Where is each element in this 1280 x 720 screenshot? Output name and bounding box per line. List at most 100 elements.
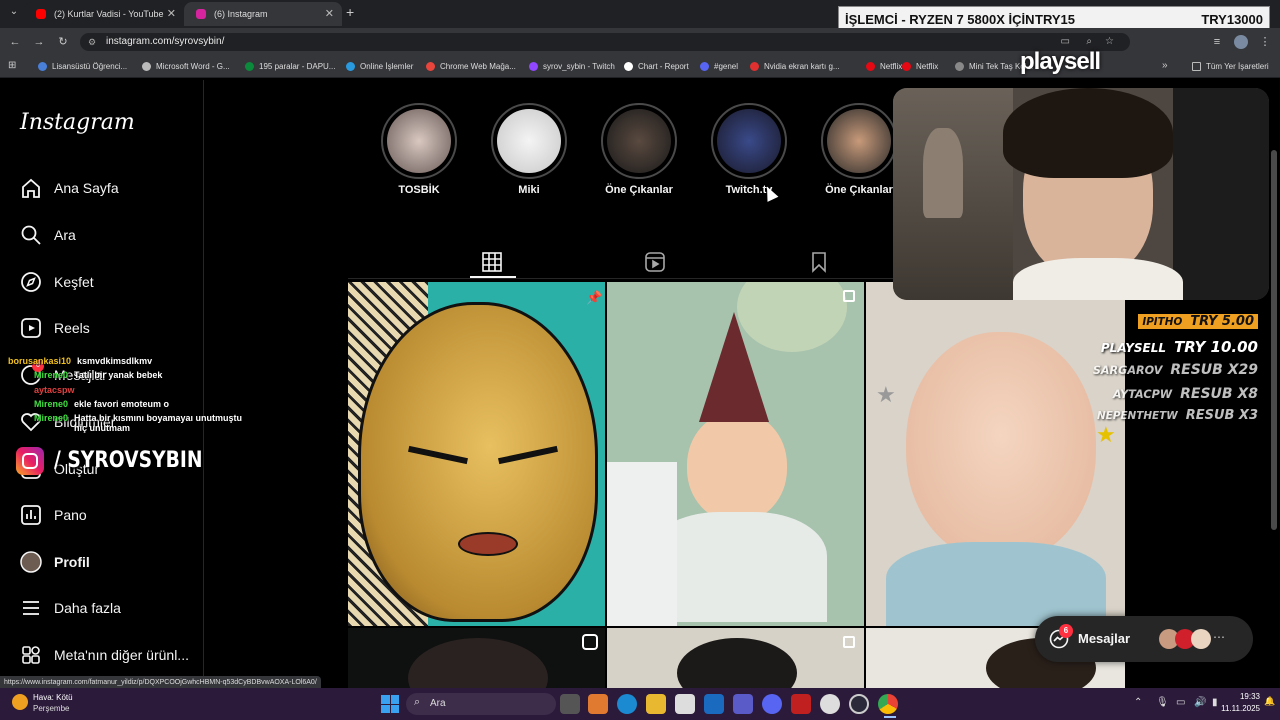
apps-icon[interactable]: ⊞ [8, 60, 16, 71]
bookmark-label: syrov_sybin - Twitch [543, 62, 615, 71]
active-tab-indicator [470, 276, 516, 278]
story-label[interactable]: Miki [479, 184, 579, 196]
bookmark-item[interactable]: Online İşlemler [346, 56, 413, 78]
teams-icon[interactable] [733, 694, 753, 714]
reload-icon[interactable]: ↻ [54, 33, 72, 51]
edge-icon[interactable] [617, 694, 637, 714]
task-view-icon[interactable] [560, 694, 580, 714]
sidebar-item-meta-apps[interactable]: Meta'nın diğer ürünl... [20, 642, 189, 668]
game-icon[interactable] [791, 694, 811, 714]
bookmark-item[interactable]: 195 paralar - DAPU... [245, 56, 335, 78]
tab-instagram[interactable]: (6) Instagram ✕ [184, 2, 342, 26]
store-icon[interactable] [675, 694, 695, 714]
discord-icon[interactable] [762, 694, 782, 714]
tab-youtube[interactable]: (2) Kurtlar Vadisi - YouTube ✕ [24, 2, 184, 26]
more-bookmarks-icon[interactable]: » [1162, 60, 1168, 71]
posts-grid-tab[interactable] [480, 250, 504, 274]
home-icon [22, 178, 40, 198]
copilot-icon[interactable] [588, 694, 608, 714]
bookmark-item[interactable]: Chrome Web Mağa... [426, 56, 516, 78]
notifications-icon[interactable]: 🔔 [1264, 696, 1275, 707]
sidebar-item-menu[interactable]: Daha fazla [20, 595, 121, 621]
clock-time[interactable]: 19:33 [1226, 692, 1260, 701]
reel-icon [582, 634, 598, 650]
bookmark-item[interactable]: Lisansüstü Öğrenci... [38, 56, 127, 78]
story-highlight[interactable] [381, 103, 457, 179]
grid-icon [482, 252, 502, 272]
donor-name: PLAYSELL [1100, 341, 1167, 355]
story-label[interactable]: Öne Çıkanlar [589, 184, 689, 196]
reading-list-icon[interactable]: ≡ [1208, 33, 1226, 51]
bookmark-item[interactable]: Netflix [902, 56, 938, 78]
new-tab-button[interactable]: + [346, 4, 362, 22]
browser-menu-icon[interactable]: ⋮ [1256, 33, 1274, 51]
donation-amount: RESUB X29 [1170, 362, 1258, 378]
outlook-icon[interactable] [704, 694, 724, 714]
post-thumbnail[interactable] [607, 282, 864, 626]
site-info-icon[interactable]: ⚙ [88, 33, 96, 51]
chat-username: Mirene0 [34, 413, 69, 423]
profile-avatar[interactable] [1234, 35, 1248, 49]
more-icon: ⋯ [1213, 630, 1225, 644]
post-thumbnail[interactable]: 📌 [348, 282, 605, 626]
story-highlight[interactable] [601, 103, 677, 179]
back-icon[interactable]: ← [6, 33, 24, 51]
story-label[interactable]: TOSBİK [369, 184, 469, 196]
sidebar-item-home[interactable]: Ana Sayfa [20, 175, 119, 201]
post-thumbnail[interactable] [607, 628, 864, 688]
instagram-logo[interactable]: Instagram [20, 110, 135, 135]
story-highlight[interactable] [711, 103, 787, 179]
network-icon[interactable]: ▭ [1176, 697, 1185, 708]
forward-icon[interactable]: → [30, 33, 48, 51]
tab-search-icon[interactable]: ⌄ [6, 6, 22, 22]
start-button[interactable] [381, 695, 399, 713]
donation-amount: TRY 5.00 [1190, 314, 1254, 329]
bookmark-item[interactable]: Netflix [866, 56, 902, 78]
donation-amount: TRY 10.00 [1174, 338, 1258, 356]
all-bookmarks[interactable]: Tüm Yer İşaretleri [1192, 56, 1269, 78]
saved-tab[interactable] [807, 250, 831, 274]
settings-icon[interactable] [820, 694, 840, 714]
sidebar-item-avatar[interactable]: Profil [20, 549, 90, 575]
obs-icon[interactable] [849, 694, 869, 714]
taskbar-search[interactable]: ⌕ Ara [406, 693, 556, 715]
bookmark-item[interactable]: Chart - Report [624, 56, 689, 78]
sidebar-item-reels[interactable]: Reels [20, 315, 90, 341]
url-bar[interactable]: ⚙ instagram.com/syrovsybin/ ▭ ⌕ ☆ [80, 33, 1130, 51]
tray-overflow-icon[interactable]: ⌃ [1134, 697, 1142, 708]
url-text: instagram.com/syrovsybin/ [106, 36, 225, 47]
chat-text: Tatlı bir yanak bebek [74, 370, 163, 380]
sidebar-item-search[interactable]: Ara [20, 222, 76, 248]
chat-message: Mirene0 Tatlı bir yanak bebek [34, 370, 162, 380]
bookmark-item[interactable]: syrov_sybin - Twitch [529, 56, 615, 78]
story-highlight[interactable] [491, 103, 567, 179]
post-thumbnail[interactable]: ★ ★ [866, 282, 1125, 626]
bookmark-label: Online İşlemler [360, 62, 414, 71]
weather-text[interactable]: Hava: Kötü [33, 693, 73, 702]
bookmark-favicon-icon [426, 62, 435, 71]
donation-row: NEPENTHETW RESUB X3 [1097, 408, 1258, 423]
microphone-icon[interactable]: 🎙 [1156, 697, 1169, 708]
close-icon[interactable]: ✕ [167, 2, 176, 26]
bookmark-favicon-icon [902, 62, 911, 71]
page-scrollbar[interactable] [1271, 150, 1277, 530]
chrome-icon[interactable] [878, 694, 898, 714]
bookmark-item[interactable]: #genel [700, 56, 738, 78]
story-label[interactable]: Twitch.tv [699, 184, 799, 196]
post-thumbnail[interactable] [348, 628, 605, 688]
bookmark-label: 195 paralar - DAPU... [259, 62, 336, 71]
donation-row: AYTACPW RESUB X8 [1113, 386, 1258, 402]
clock-date[interactable]: 11.11.2025 [1212, 704, 1260, 713]
sidebar-item-compass[interactable]: Keşfet [20, 269, 94, 295]
messages-button[interactable]: 6 Mesajlar ⋯ [1035, 616, 1253, 662]
chat-text: Hatta bir kısmını boyamayaı unutmuştu hi… [74, 413, 243, 433]
bookmark-item[interactable]: Microsoft Word - G... [142, 56, 230, 78]
reels-tab[interactable] [643, 250, 667, 274]
bookmark-star-icon[interactable]: ☆ [1105, 33, 1114, 51]
close-icon[interactable]: ✕ [325, 2, 334, 26]
volume-icon[interactable]: 🔊 [1194, 697, 1206, 708]
story-highlight[interactable] [821, 103, 897, 179]
sidebar-item-chart[interactable]: Pano [20, 502, 87, 528]
bookmark-item[interactable]: Nvidia ekran kartı g... [750, 56, 840, 78]
file-explorer-icon[interactable] [646, 694, 666, 714]
